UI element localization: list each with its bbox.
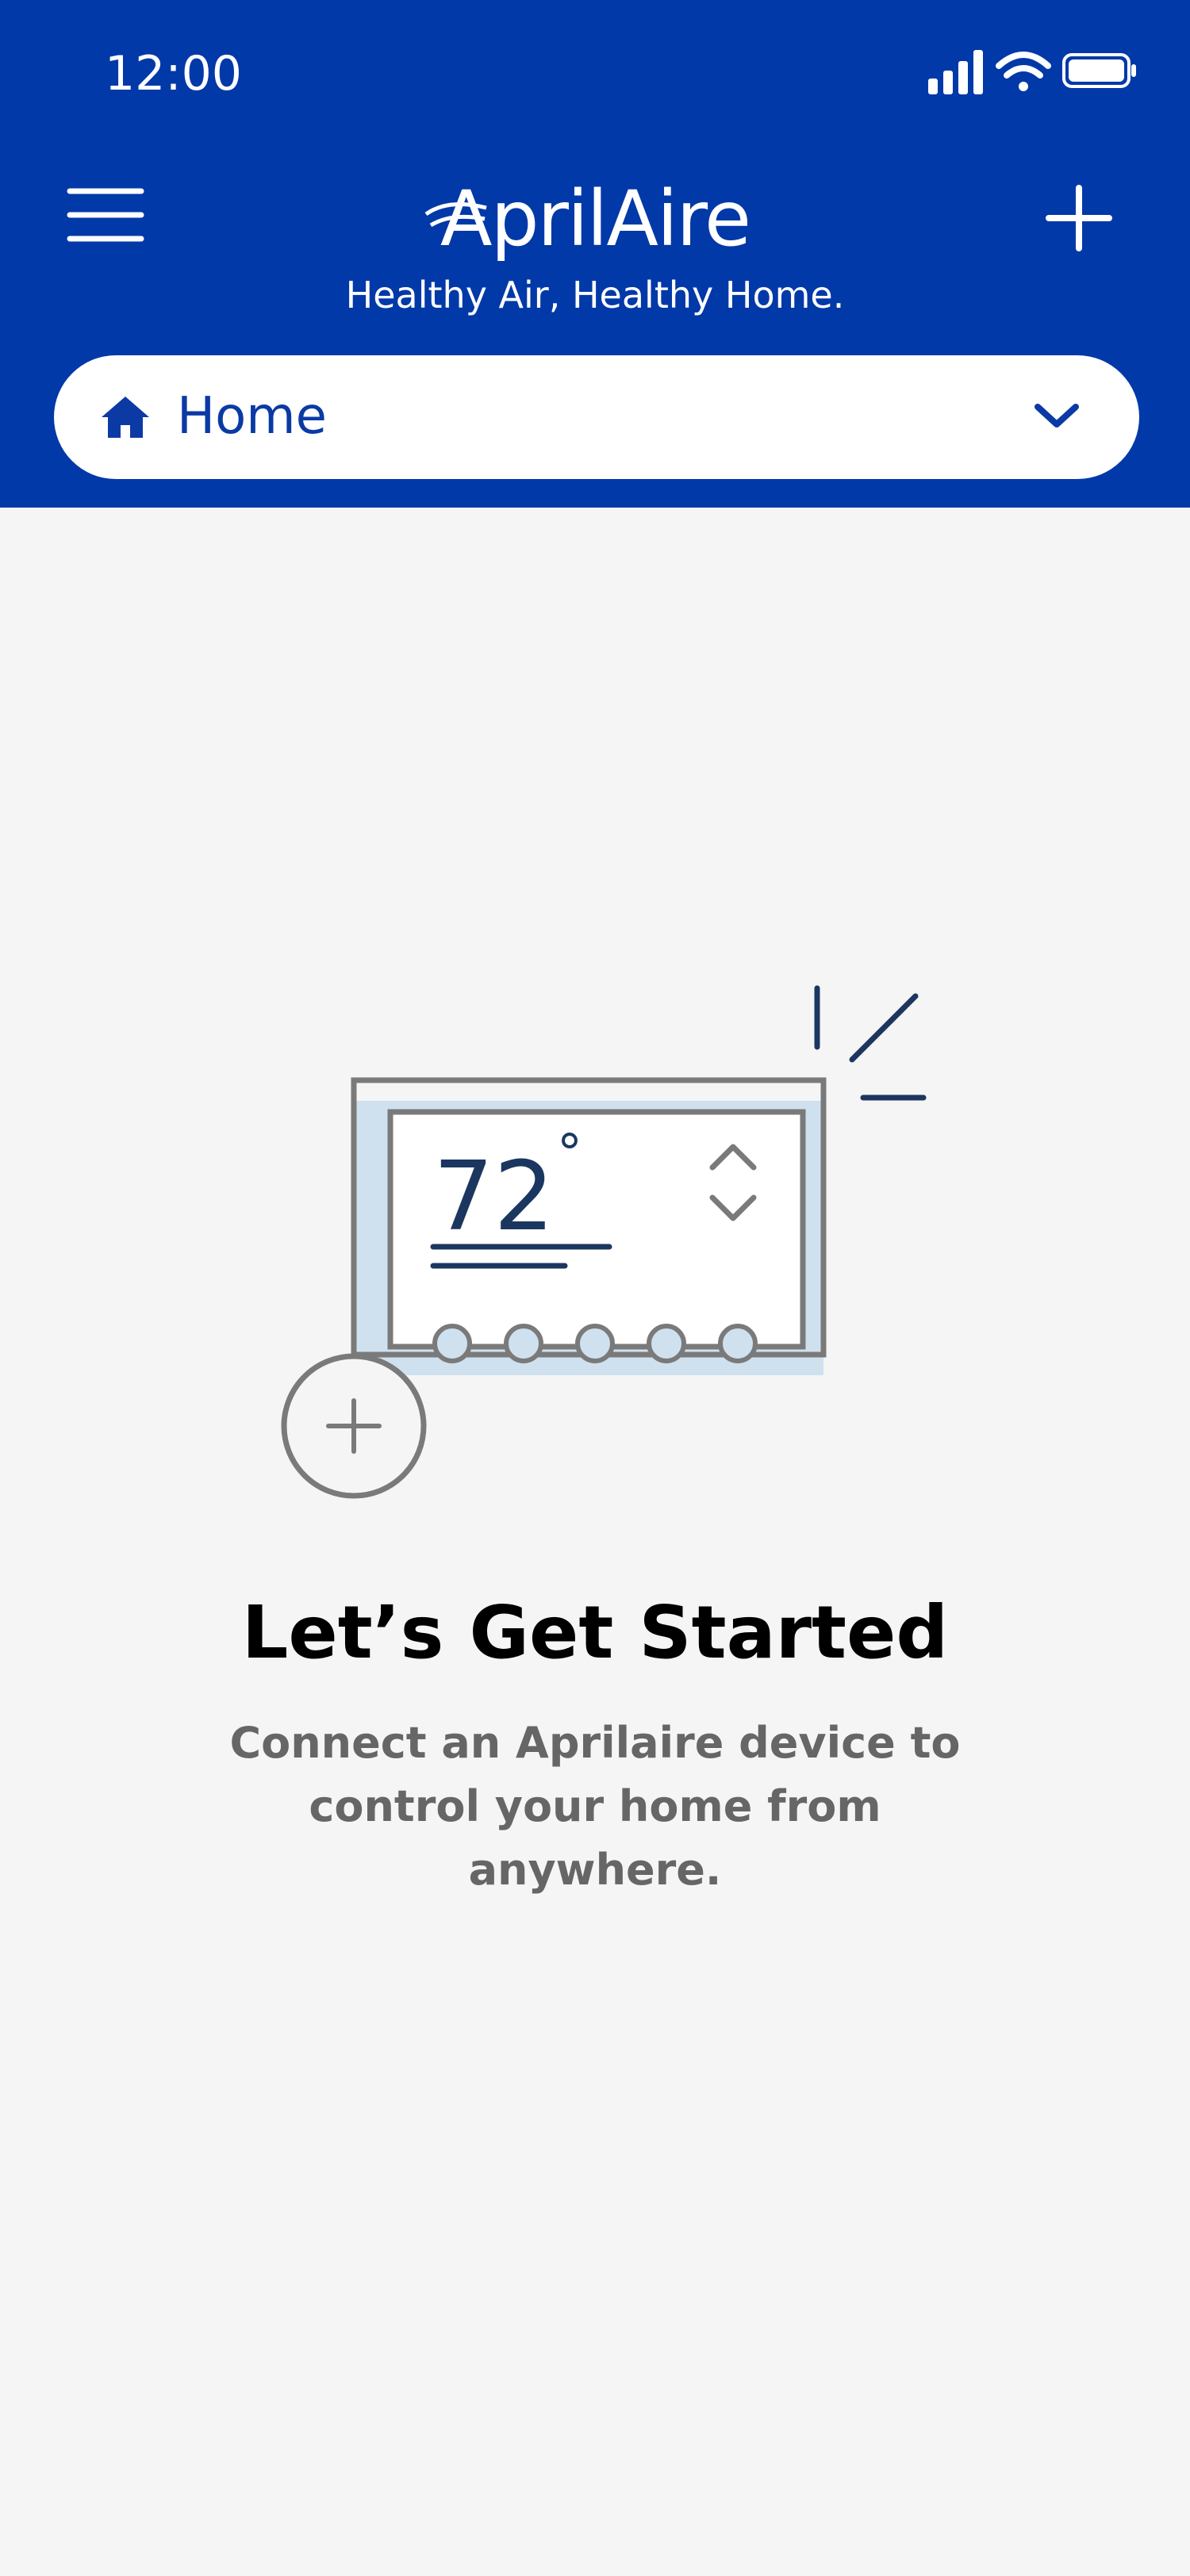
signal-icon xyxy=(928,50,983,94)
plus-icon xyxy=(1046,185,1112,251)
battery-icon xyxy=(1062,53,1136,88)
thermostat-illustration: 72 ° xyxy=(270,968,936,1511)
logo-swoosh-icon xyxy=(424,202,487,228)
temperature-value: 72 xyxy=(433,1142,555,1252)
home-selector-label: Home xyxy=(177,387,327,446)
chevron-down-icon xyxy=(1035,404,1079,427)
status-icons xyxy=(924,44,1138,103)
house-icon xyxy=(102,397,149,438)
empty-state-message: Connect an Aprilaire device to control y… xyxy=(229,1718,961,1895)
wifi-icon xyxy=(996,52,1051,91)
app-header: 12:00 AprilAire Healthy Air, Healthy Hom… xyxy=(0,0,1190,508)
home-selector[interactable]: Home xyxy=(54,355,1139,479)
degree-symbol: ° xyxy=(557,1125,582,1183)
add-device-button[interactable] xyxy=(1039,178,1119,258)
sparkle-lines-icon xyxy=(814,985,927,1101)
brand-tagline: Healthy Air, Healthy Home. xyxy=(345,274,845,316)
add-circle-icon xyxy=(281,1353,427,1499)
empty-state-title: Let’s Get Started xyxy=(241,1590,949,1675)
status-time: 12:00 xyxy=(105,46,242,102)
brand-logo: AprilAire xyxy=(0,174,1190,263)
